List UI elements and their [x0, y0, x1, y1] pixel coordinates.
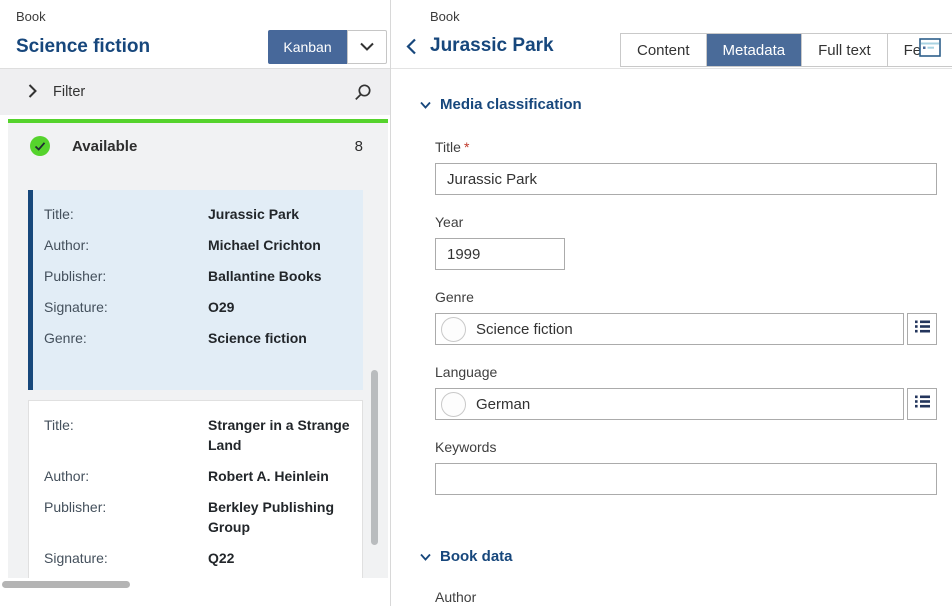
- keywords-input[interactable]: [435, 463, 937, 495]
- breadcrumb: Book: [430, 9, 460, 24]
- horizontal-scrollbar-thumb[interactable]: [2, 581, 130, 588]
- language-value: German: [476, 396, 530, 413]
- card-field-row: Publisher: Ballantine Books: [44, 266, 351, 286]
- card-field-row: Publisher: Berkley Publishing Group: [44, 497, 350, 537]
- kanban-view-button[interactable]: Kanban: [268, 30, 347, 64]
- breadcrumb: Book: [16, 9, 46, 24]
- panel-layout-icon[interactable]: [919, 38, 941, 62]
- card-field-row: Author: Michael Crichton: [44, 235, 351, 255]
- genre-field-label: Genre: [435, 289, 474, 305]
- field-value: Ballantine Books: [208, 266, 351, 286]
- field-value: Stranger in a Strange Land: [208, 415, 350, 455]
- card-field-row: Genre: Science fiction: [44, 328, 351, 348]
- field-value: Q22: [208, 548, 350, 568]
- chevron-right-icon: [28, 84, 37, 103]
- field-label: Genre:: [44, 328, 208, 348]
- field-value: O29: [208, 297, 351, 317]
- record-title: Jurassic Park: [430, 35, 554, 57]
- language-select-from-list-button[interactable]: [907, 388, 937, 420]
- field-label: Signature:: [44, 548, 208, 568]
- filter-bar[interactable]: Filter: [0, 68, 390, 115]
- section-title: Media classification: [440, 96, 582, 113]
- detail-header: Book Jurassic Park Content Metadata Full…: [391, 0, 952, 69]
- required-marker: *: [464, 139, 469, 155]
- field-value: Science fiction: [208, 328, 351, 348]
- chevron-down-icon: [420, 548, 431, 565]
- list-icon: [915, 395, 930, 413]
- back-chevron-icon[interactable]: [406, 38, 422, 56]
- chevron-down-icon: [420, 96, 431, 113]
- title-field-label: Title*: [435, 139, 469, 155]
- filter-label: Filter: [53, 84, 85, 100]
- language-field-label: Language: [435, 364, 497, 380]
- language-lookup-field[interactable]: German: [435, 388, 904, 420]
- year-input[interactable]: [435, 238, 565, 270]
- author-field-label: Author: [435, 589, 476, 605]
- section-book-data[interactable]: Book data: [420, 548, 513, 565]
- linked-item-circle-icon: [441, 317, 466, 342]
- keywords-field-label: Keywords: [435, 439, 496, 455]
- detail-panel: Book Jurassic Park Content Metadata Full…: [391, 0, 952, 606]
- field-label: Publisher:: [44, 497, 208, 537]
- field-value: Robert A. Heinlein: [208, 466, 350, 486]
- tab-metadata[interactable]: Metadata: [707, 34, 803, 66]
- year-field-label: Year: [435, 214, 463, 230]
- kanban-column-available: Available 8 Title: Jurassic Park Author:…: [8, 123, 388, 578]
- field-value: Berkley Publishing Group: [208, 497, 350, 537]
- field-label: Title:: [44, 204, 208, 224]
- page-title: Science fiction: [16, 36, 150, 58]
- card-field-row: Author: Robert A. Heinlein: [44, 466, 350, 486]
- field-value: Michael Crichton: [208, 235, 351, 255]
- book-card-selected[interactable]: Title: Jurassic Park Author: Michael Cri…: [28, 190, 363, 390]
- field-label: Publisher:: [44, 266, 208, 286]
- search-icon[interactable]: [354, 83, 372, 106]
- genre-select-from-list-button[interactable]: [907, 313, 937, 345]
- genre-value: Science fiction: [476, 321, 573, 338]
- vertical-scrollbar-thumb[interactable]: [371, 370, 378, 545]
- field-label: Title:: [44, 415, 208, 455]
- card-field-row: Signature: O29: [44, 297, 351, 317]
- chevron-down-icon: [360, 38, 374, 56]
- genre-lookup-field[interactable]: Science fiction: [435, 313, 904, 345]
- app-window: Book Science fiction Kanban Filter Avail…: [0, 0, 952, 606]
- field-label: Signature:: [44, 297, 208, 317]
- column-count-badge: 8: [355, 138, 363, 155]
- tab-full-text[interactable]: Full text: [802, 34, 888, 66]
- book-card[interactable]: Title: Stranger in a Strange Land Author…: [28, 400, 363, 578]
- column-status-label: Available: [72, 138, 137, 155]
- section-media-classification[interactable]: Media classification: [420, 96, 582, 113]
- title-input[interactable]: [435, 163, 937, 195]
- section-title: Book data: [440, 548, 513, 565]
- view-tabs: Content Metadata Full text Feed: [620, 33, 952, 67]
- field-value: Jurassic Park: [208, 204, 351, 224]
- card-field-row: Title: Stranger in a Strange Land: [44, 415, 350, 455]
- kanban-board-panel: Book Science fiction Kanban Filter Avail…: [0, 0, 391, 606]
- card-field-row: Signature: Q22: [44, 548, 350, 568]
- card-field-row: Title: Jurassic Park: [44, 204, 351, 224]
- field-label: Author:: [44, 466, 208, 486]
- list-icon: [915, 320, 930, 338]
- check-circle-icon: [30, 136, 50, 156]
- tab-content[interactable]: Content: [621, 34, 707, 66]
- view-dropdown-button[interactable]: [347, 30, 387, 64]
- linked-item-circle-icon: [441, 392, 466, 417]
- field-label: Author:: [44, 235, 208, 255]
